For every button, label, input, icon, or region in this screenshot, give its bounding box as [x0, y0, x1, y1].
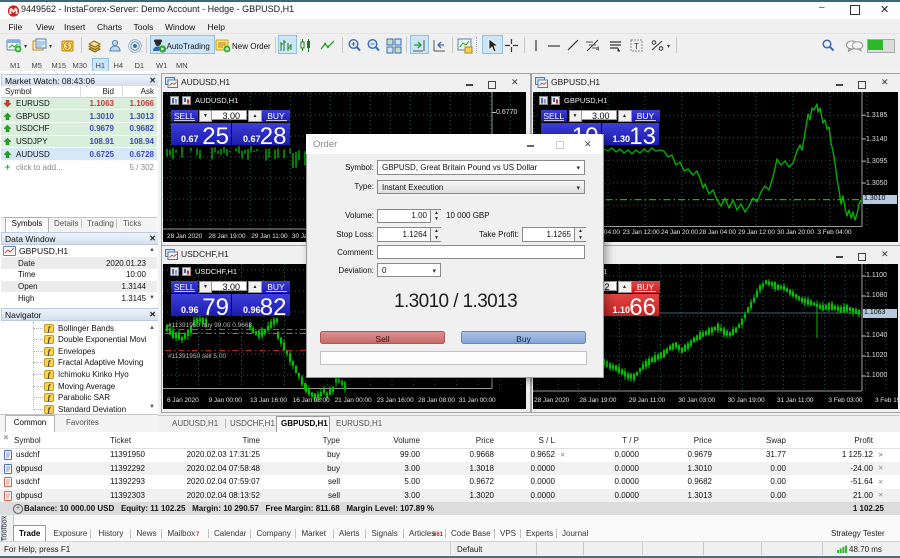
svg-text:T: T	[634, 42, 639, 51]
svg-text:4: 4	[596, 47, 600, 53]
